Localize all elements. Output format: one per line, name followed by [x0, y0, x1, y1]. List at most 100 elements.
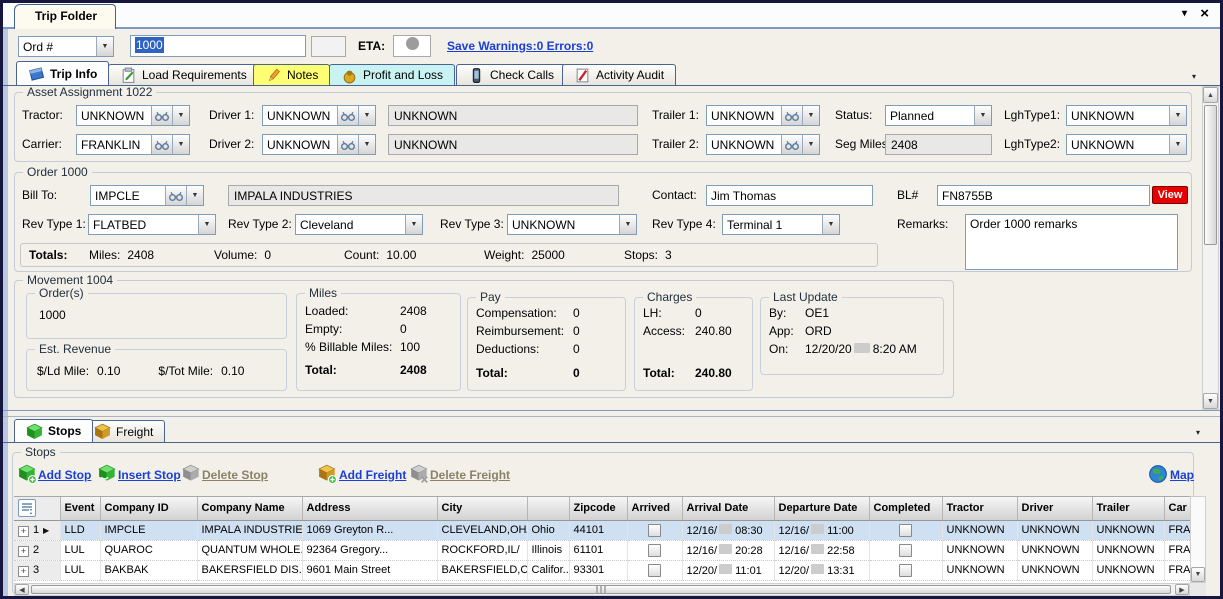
- expand-row-icon[interactable]: +: [18, 526, 29, 537]
- expand-row-icon[interactable]: +: [18, 546, 29, 557]
- bl-number-input[interactable]: [937, 185, 1150, 206]
- chevron-down-icon[interactable]: ▼: [802, 106, 819, 125]
- completed-checkbox[interactable]: [899, 564, 912, 577]
- col-arrived[interactable]: Arrived: [627, 497, 682, 520]
- arrived-checkbox[interactable]: [648, 524, 661, 537]
- chevron-down-icon[interactable]: ▼: [1169, 106, 1186, 125]
- chevron-down-icon[interactable]: ▼: [172, 135, 189, 154]
- view-button[interactable]: View: [1152, 186, 1188, 204]
- tab-strip-overflow-icon[interactable]: ▾: [1192, 72, 1196, 81]
- completed-checkbox[interactable]: [899, 524, 912, 537]
- stop-row[interactable]: +1▶ LLD IMPCLE IMPALA INDUSTRIES 1069 Gr…: [14, 520, 1190, 540]
- arrived-checkbox[interactable]: [648, 544, 661, 557]
- trip-info-scrollbar[interactable]: ▲ ▼: [1202, 86, 1219, 410]
- rev-type1-select[interactable]: FLATBED ▼: [88, 214, 216, 235]
- hscrollbar-thumb[interactable]: [31, 585, 1171, 594]
- chevron-down-icon[interactable]: ▼: [358, 135, 375, 154]
- lookup-icon[interactable]: [337, 106, 358, 125]
- field-chooser-icon[interactable]: [18, 499, 36, 517]
- col-address[interactable]: Address: [302, 497, 437, 520]
- trailer1-combo[interactable]: UNKNOWN ▼: [706, 105, 820, 126]
- chevron-down-icon[interactable]: ▼: [802, 135, 819, 154]
- lookup-icon[interactable]: [151, 135, 172, 154]
- add-freight-link[interactable]: Add Freight: [339, 468, 406, 482]
- grid-scroll-left-icon[interactable]: ◀: [15, 584, 29, 595]
- rev-type4-select[interactable]: Terminal 1 ▼: [722, 214, 840, 235]
- grid-vscrollbar[interactable]: ▼: [1190, 496, 1206, 583]
- col-zipcode[interactable]: Zipcode: [569, 497, 627, 520]
- chevron-down-icon[interactable]: ▼: [619, 215, 636, 234]
- lookup-icon[interactable]: [151, 106, 172, 125]
- tab-check-calls[interactable]: Check Calls: [456, 64, 566, 85]
- tab-profit-and-loss[interactable]: Profit and Loss: [329, 64, 455, 85]
- tab-trip-info[interactable]: Trip Info: [16, 61, 109, 85]
- tractor-combo[interactable]: UNKNOWN ▼: [76, 105, 190, 126]
- col-company-id[interactable]: Company ID: [100, 497, 197, 520]
- stop-row[interactable]: +2 LUL QUAROC QUANTUM WHOLE... 92364 Gre…: [14, 540, 1190, 560]
- lookup-icon[interactable]: [781, 135, 802, 154]
- trip-folder-tab[interactable]: Trip Folder: [14, 4, 116, 29]
- contact-input[interactable]: [706, 185, 873, 206]
- col-company-name[interactable]: Company Name: [197, 497, 302, 520]
- carrier-combo[interactable]: FRANKLIN ▼: [76, 134, 190, 155]
- col-driver[interactable]: Driver: [1017, 497, 1092, 520]
- col-carrier[interactable]: Car: [1164, 497, 1190, 520]
- driver1-combo[interactable]: UNKNOWN ▼: [262, 105, 376, 126]
- expand-row-icon[interactable]: +: [18, 566, 29, 577]
- lookup-icon[interactable]: [781, 106, 802, 125]
- arrived-checkbox[interactable]: [648, 564, 661, 577]
- grid-scroll-right-icon[interactable]: ▶: [1175, 584, 1189, 595]
- add-stop-link[interactable]: Add Stop: [38, 468, 91, 482]
- col-arrival-date[interactable]: Arrival Date: [682, 497, 774, 520]
- remarks-textarea[interactable]: Order 1000 remarks: [965, 214, 1178, 270]
- col-event[interactable]: Event: [60, 497, 100, 520]
- col-state[interactable]: [527, 497, 569, 520]
- col-completed[interactable]: Completed: [869, 497, 942, 520]
- chevron-down-icon[interactable]: ▼: [822, 215, 839, 234]
- insert-stop-link[interactable]: Insert Stop: [118, 468, 181, 482]
- scroll-down-icon[interactable]: ▼: [1203, 393, 1218, 409]
- lghtype1-select[interactable]: UNKNOWN ▼: [1066, 105, 1187, 126]
- grid-hscrollbar[interactable]: ◀ ▶: [14, 583, 1190, 596]
- rev-type2-select[interactable]: Cleveland ▼: [295, 214, 423, 235]
- save-warnings-link[interactable]: Save Warnings:0 Errors:0: [447, 39, 593, 53]
- lower-tab-overflow-icon[interactable]: ▾: [1196, 428, 1200, 437]
- lghtype2-select[interactable]: UNKNOWN ▼: [1066, 134, 1187, 155]
- tab-stops[interactable]: Stops: [14, 419, 93, 442]
- bill-to-combo[interactable]: IMPCLE ▼: [90, 185, 204, 206]
- scroll-up-icon[interactable]: ▲: [1203, 87, 1218, 103]
- chevron-down-icon[interactable]: ▼: [974, 106, 991, 125]
- lookup-icon[interactable]: [165, 186, 186, 205]
- col-city[interactable]: City: [437, 497, 527, 520]
- tab-activity-audit[interactable]: Activity Audit: [562, 64, 676, 85]
- col-departure-date[interactable]: Departure Date: [774, 497, 869, 520]
- delete-stop-link[interactable]: Delete Stop: [202, 468, 268, 482]
- tab-load-requirements[interactable]: Load Requirements: [108, 64, 259, 85]
- delete-freight-link[interactable]: Delete Freight: [430, 468, 510, 482]
- chevron-down-icon[interactable]: ▼: [186, 186, 203, 205]
- close-icon[interactable]: ×: [1200, 5, 1209, 22]
- lookup-icon[interactable]: [337, 135, 358, 154]
- grid-scroll-down-icon[interactable]: ▼: [1191, 567, 1205, 582]
- map-link[interactable]: Map: [1170, 468, 1194, 482]
- completed-checkbox[interactable]: [899, 544, 912, 557]
- search-input[interactable]: 1000: [130, 35, 306, 57]
- search-type-select[interactable]: Ord # ▼: [18, 36, 114, 57]
- status-select[interactable]: Planned ▼: [885, 105, 992, 126]
- scrollbar-thumb[interactable]: [1204, 105, 1217, 245]
- col-trailer[interactable]: Trailer: [1092, 497, 1164, 520]
- chevron-down-icon[interactable]: ▼: [198, 215, 215, 234]
- tab-notes[interactable]: Notes: [253, 64, 330, 85]
- col-tractor[interactable]: Tractor: [942, 497, 1017, 520]
- trailer2-combo[interactable]: UNKNOWN ▼: [706, 134, 820, 155]
- chevron-down-icon[interactable]: ▼: [96, 37, 113, 56]
- chevron-down-icon[interactable]: ▼: [172, 106, 189, 125]
- chevron-down-icon[interactable]: ▼: [358, 106, 375, 125]
- chevron-down-icon[interactable]: ▼: [1169, 135, 1186, 154]
- stop-row[interactable]: +3 LUL BAKBAK BAKERSFIELD DIS... 9601 Ma…: [14, 560, 1190, 580]
- window-menu-icon[interactable]: ▾: [1182, 8, 1187, 19]
- driver2-combo[interactable]: UNKNOWN ▼: [262, 134, 376, 155]
- tab-freight[interactable]: Freight: [82, 420, 165, 442]
- rev-type3-select[interactable]: UNKNOWN ▼: [507, 214, 637, 235]
- chevron-down-icon[interactable]: ▼: [405, 215, 422, 234]
